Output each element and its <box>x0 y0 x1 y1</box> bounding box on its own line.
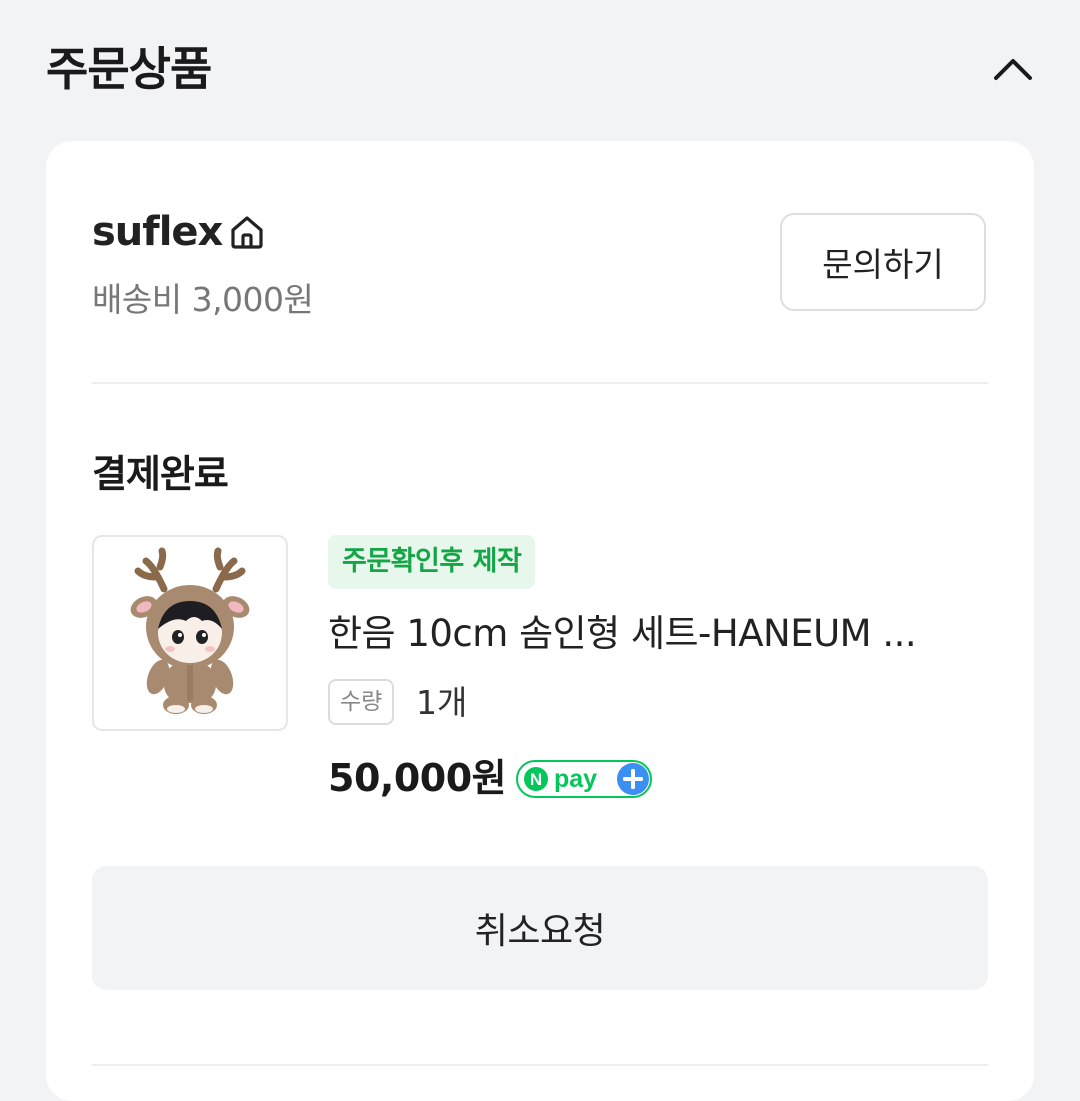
divider <box>92 382 988 384</box>
product-name[interactable]: 한음 10cm 솜인형 세트-HANEUM ... <box>328 609 978 659</box>
section-title: 주문상품 <box>46 42 212 96</box>
made-to-order-badge: 주문확인후 제작 <box>328 535 536 589</box>
seller-name: suflex <box>92 209 223 255</box>
chevron-up-icon <box>994 59 1032 80</box>
collapse-button[interactable] <box>990 46 1036 92</box>
quantity-value: 1개 <box>416 683 468 722</box>
cancel-request-button[interactable]: 취소요청 <box>92 866 988 990</box>
svg-text:pay: pay <box>554 765 597 793</box>
product-price: 50,000원 <box>328 756 507 800</box>
inquiry-button[interactable]: 문의하기 <box>780 213 986 311</box>
npay-plus-logo: N pay <box>516 760 652 798</box>
order-status: 결제완료 <box>92 452 229 496</box>
quantity-label: 수량 <box>328 679 395 725</box>
order-items-header: 주문상품 <box>46 36 1036 106</box>
product-thumbnail[interactable] <box>92 535 288 731</box>
plush-doll-image <box>130 547 250 714</box>
home-icon <box>231 216 263 249</box>
svg-text:N: N <box>530 770 542 789</box>
shipping-fee: 배송비 3,000원 <box>92 280 314 319</box>
order-card: suflex 배송비 3,000원 문의하기 결제완료 주문확인후 제작 한음 … <box>46 141 1034 1101</box>
divider <box>92 1064 988 1066</box>
seller-link[interactable]: suflex <box>92 205 266 259</box>
